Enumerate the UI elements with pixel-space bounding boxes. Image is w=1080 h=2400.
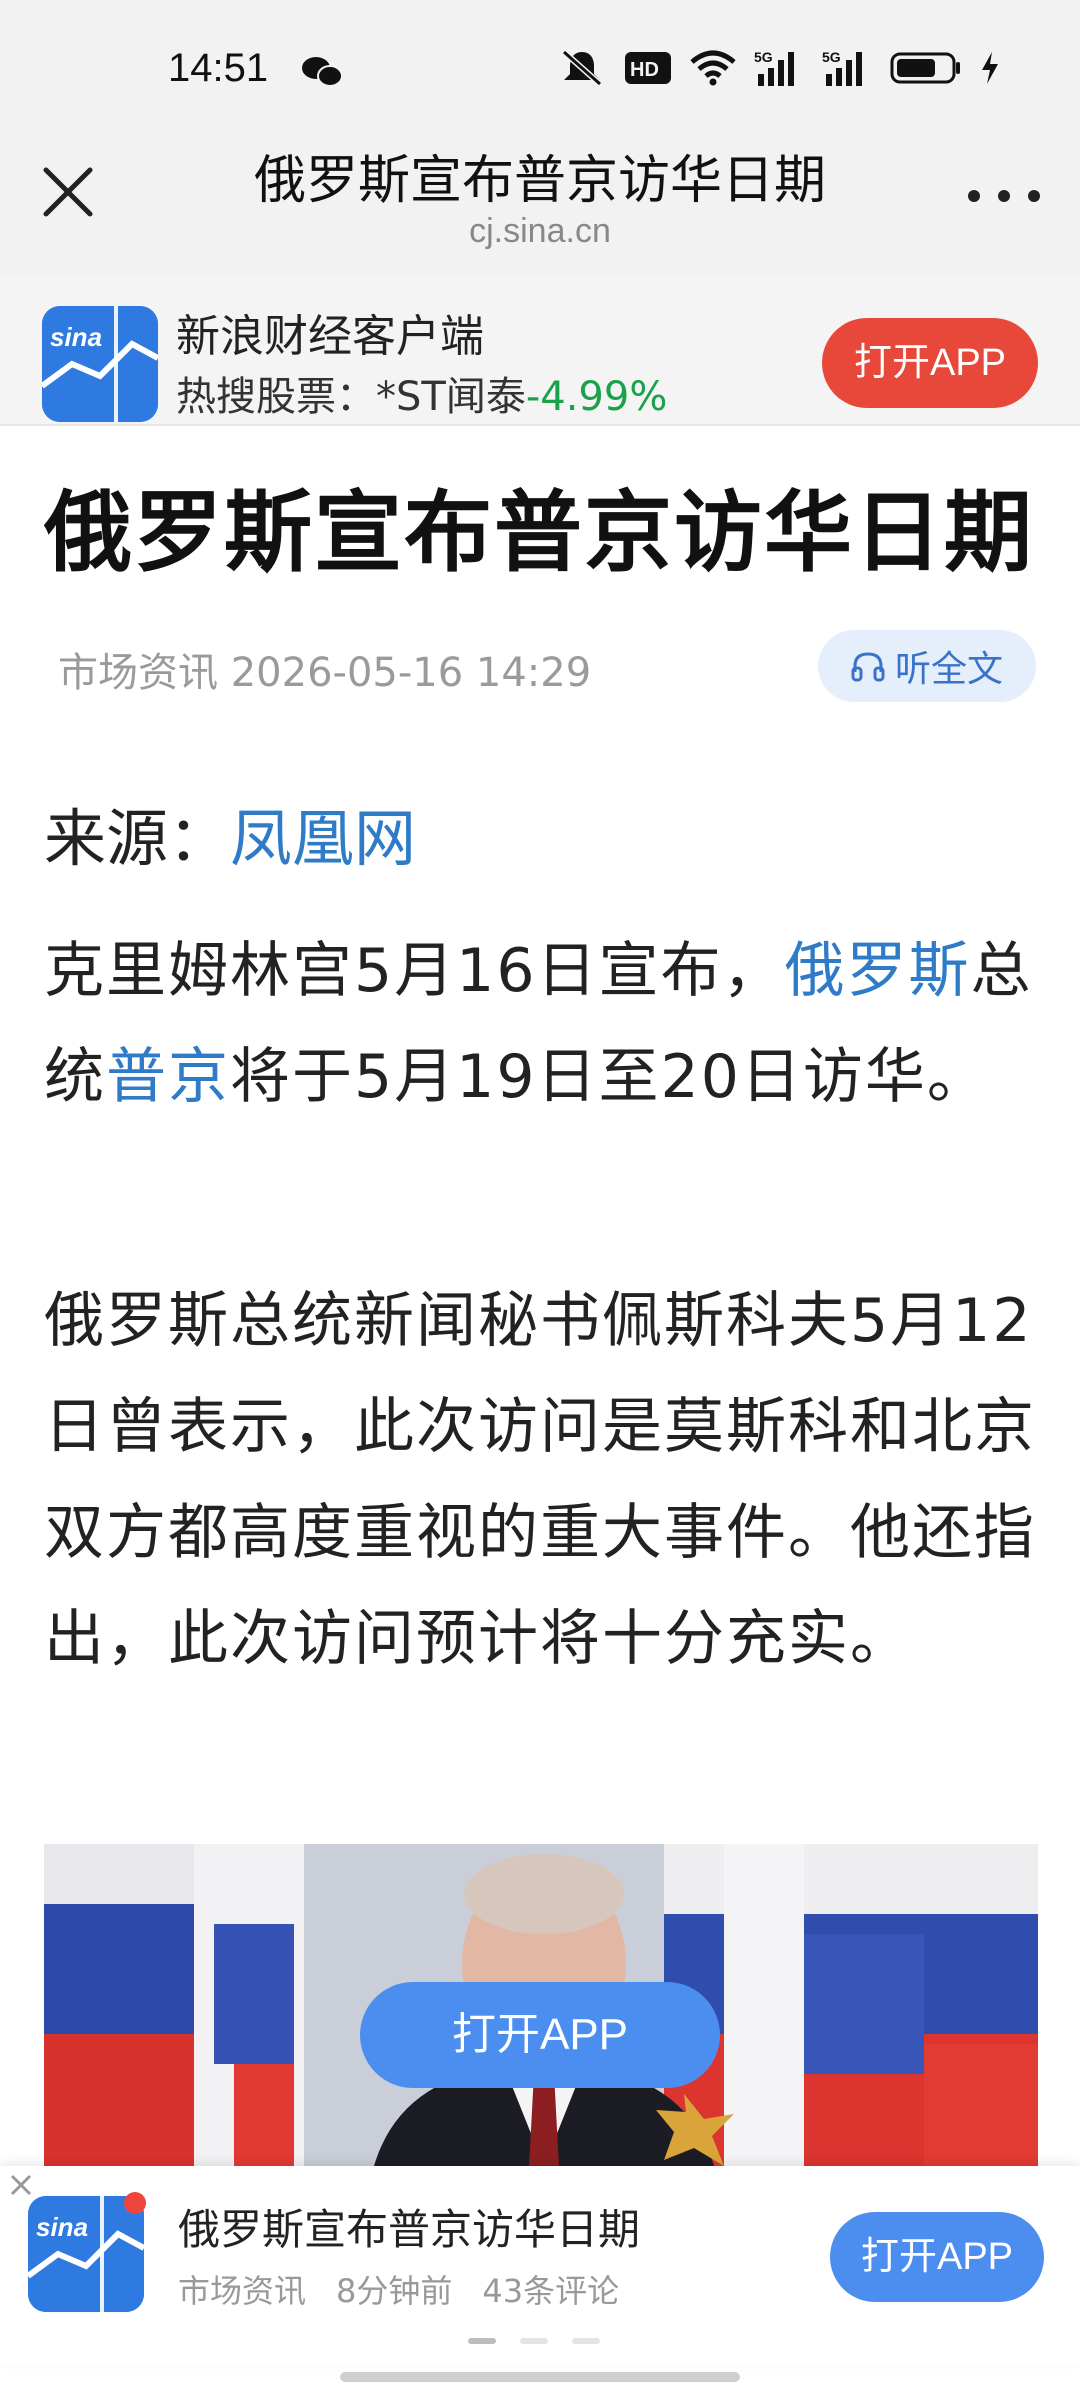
article-paragraph-2: 俄罗斯总统新闻秘书佩斯科夫5月12日曾表示，此次访问是莫斯科和北京双方都高度重视… [44, 1286, 1036, 1674]
signal-5g-icon: 5G [754, 49, 794, 86]
svg-text:HD: HD [630, 59, 659, 81]
paragraph-text: 将于5月19日至20日访华。 [230, 1042, 989, 1112]
article-datetime: 2026-05-16 14:29 [230, 650, 592, 696]
charging-icon [982, 52, 998, 84]
svg-text:sina: sina [50, 322, 102, 352]
wifi-icon [690, 50, 736, 86]
article-title: 俄罗斯宣布普京访华日期 [44, 481, 1035, 584]
sina-logo-icon: sina [42, 306, 158, 422]
listen-full-text-button[interactable]: 听全文 [818, 630, 1036, 702]
card-meta: 市场资讯 8分钟前 43条评论 [178, 2266, 619, 2312]
listen-label: 听全文 [894, 649, 1003, 690]
more-options-icon[interactable] [968, 186, 1040, 206]
banner-open-app-button[interactable]: 打开APP [822, 318, 1038, 408]
browser-header: 俄罗斯宣布普京访华日期 cj.sina.cn [0, 130, 1080, 278]
link-russia[interactable]: 俄罗斯 [785, 936, 971, 1006]
page-domain: cj.sina.cn [469, 212, 611, 250]
card-comments: 43条评论 [482, 2272, 620, 2310]
status-time: 14:51 [168, 46, 269, 90]
article-meta: 市场资讯 2026-05-16 14:29 [58, 640, 591, 698]
paragraph-text: 克里姆林宫5月16日宣布， [44, 936, 785, 1006]
hd-icon: HD [625, 52, 671, 84]
hot-stock-label: 热搜股票：*ST闻泰 [176, 374, 526, 420]
link-putin[interactable]: 普京 [106, 1042, 230, 1112]
wechat-icon [302, 57, 343, 87]
svg-text:sina: sina [36, 2212, 88, 2242]
card-open-app-button[interactable]: 打开APP [830, 2212, 1044, 2302]
signal-5g-icon: 5G [822, 49, 862, 86]
article-source: 来源：凤凰网 [44, 788, 416, 878]
card-title[interactable]: 俄罗斯宣布普京访华日期 [178, 2196, 640, 2257]
notification-dot [124, 2192, 146, 2214]
mute-icon [562, 49, 602, 87]
banner-hot-stock[interactable]: 热搜股票：*ST闻泰-4.99% [176, 364, 667, 422]
banner-app-name: 新浪财经客户端 [176, 311, 484, 362]
svg-text:5G: 5G [822, 49, 841, 65]
sina-logo-icon: sina [28, 2196, 144, 2312]
hot-stock-change: -4.99% [525, 374, 668, 420]
status-icons: HD 5G 5G [558, 48, 1000, 88]
article-paragraph-1: 克里姆林宫5月16日宣布，俄罗斯总统普京将于5月19日至20日访华。 [44, 918, 1040, 1130]
card-time-ago: 8分钟前 [336, 2272, 453, 2310]
carousel-indicator [468, 2338, 600, 2344]
card-close-icon[interactable] [6, 2170, 36, 2200]
article-category: 市场资讯 [58, 650, 218, 696]
headphones-icon [851, 652, 885, 682]
app-download-banner[interactable]: sina 新浪财经客户端 热搜股票：*ST闻泰-4.99% 打开APP [0, 278, 1080, 426]
battery-icon [890, 52, 960, 84]
card-category: 市场资讯 [178, 2272, 307, 2310]
status-bar: 14:51 HD 5G 5G [0, 0, 1080, 130]
page-title: 俄罗斯宣布普京访华日期 [253, 151, 826, 211]
home-indicator[interactable] [340, 2372, 740, 2382]
source-link[interactable]: 凤凰网 [230, 802, 416, 875]
svg-text:5G: 5G [754, 49, 773, 65]
image-open-app-button[interactable]: 打开APP [360, 1982, 720, 2088]
source-label: 来源： [44, 802, 231, 875]
